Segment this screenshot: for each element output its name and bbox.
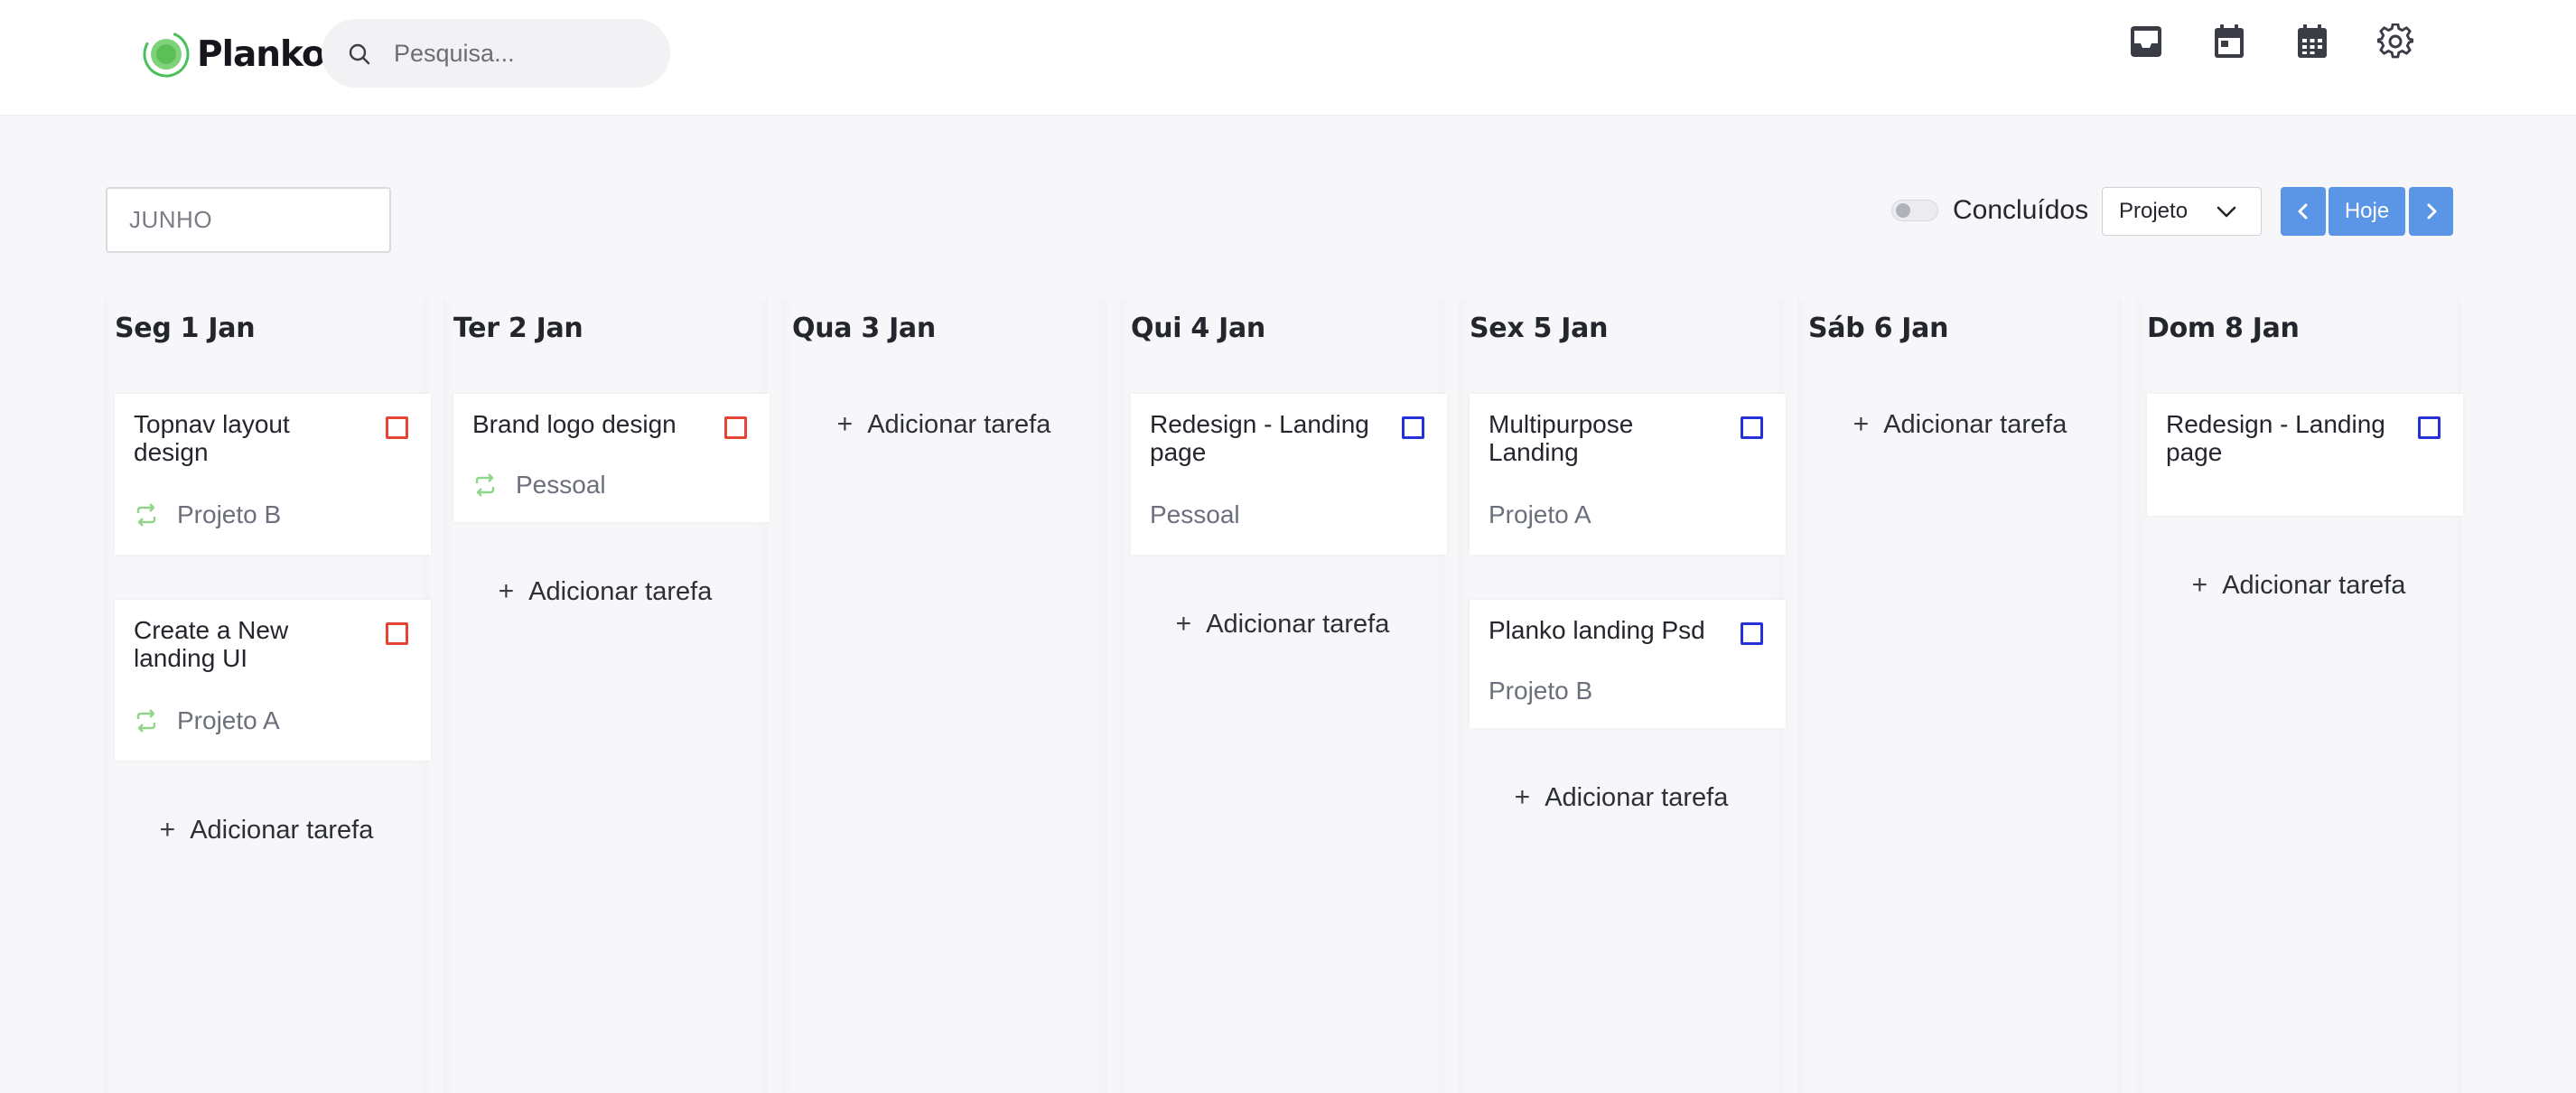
day-column: Ter 2 Jan Brand logo design Pessoal + Adicio… [443, 298, 770, 1093]
task-project: Pessoal [1150, 500, 1240, 529]
completed-toggle-group[interactable]: Concluídos [1891, 193, 2088, 228]
plus-icon: + [1514, 782, 1531, 812]
task-project-label: Pessoal [1150, 500, 1240, 528]
task-title: Topnav layout design [134, 410, 290, 466]
task-card[interactable]: Create a New landing UI Projeto A [115, 600, 431, 761]
repeat-icon [475, 473, 495, 497]
month-field[interactable] [106, 187, 391, 253]
task-project: Projeto A [134, 706, 280, 735]
task-card[interactable]: Planko landing Psd Projeto B [1470, 600, 1786, 728]
task-title: Multipurpose Landing [1489, 410, 1634, 466]
day-title: Qui 4 Jan [1131, 313, 1265, 344]
task-title: Brand logo design [472, 410, 677, 438]
chevron-down-icon [2217, 206, 2236, 218]
task-title: Redesign - Landing page [2166, 410, 2385, 466]
add-task-label: Adicionar tarefa [867, 409, 1051, 439]
task-checkbox[interactable] [1741, 622, 1763, 645]
add-task-label: Adicionar tarefa [1206, 609, 1390, 639]
header-actions [2128, 23, 2413, 60]
task-title: Planko landing Psd [1489, 616, 1705, 644]
search-box[interactable] [322, 19, 670, 88]
plus-icon: + [498, 576, 515, 606]
task-project: Pessoal [472, 471, 606, 500]
task-checkbox[interactable] [2418, 416, 2441, 439]
repeat-icon [136, 709, 156, 733]
repeat-icon [136, 503, 156, 527]
top-header: Planko [0, 0, 2576, 116]
next-week-button[interactable] [2409, 187, 2453, 236]
add-task-label: Adicionar tarefa [528, 576, 713, 606]
add-task-button[interactable]: + Adicionar tarefa [1120, 609, 1445, 640]
day-column: Qua 3 Jan + Adicionar tarefa [781, 298, 1106, 1093]
task-checkbox[interactable] [386, 416, 408, 439]
inbox-icon[interactable] [2128, 23, 2164, 60]
day-title: Qua 3 Jan [792, 313, 936, 344]
add-task-label: Adicionar tarefa [190, 815, 374, 845]
prev-week-button[interactable] [2281, 187, 2326, 236]
day-title: Dom 8 Jan [2147, 313, 2300, 344]
task-checkbox[interactable] [724, 416, 747, 439]
task-title: Redesign - Landing page [1150, 410, 1369, 466]
task-card[interactable]: Topnav layout design Projeto B [115, 394, 431, 555]
task-card[interactable]: Multipurpose Landing Projeto A [1470, 394, 1786, 555]
completed-toggle[interactable] [1891, 200, 1938, 221]
task-project: Projeto A [1489, 500, 1591, 529]
task-card[interactable]: Redesign - Landing page Pessoal [1131, 394, 1447, 555]
day-title: Ter 2 Jan [453, 313, 583, 344]
task-project-label: Pessoal [516, 471, 606, 499]
day-column: Dom 8 Jan Redesign - Landing page + Adicion… [2136, 298, 2463, 1093]
add-task-label: Adicionar tarefa [1545, 782, 1729, 812]
task-project-label: Projeto B [1489, 677, 1593, 705]
add-task-button[interactable]: + Adicionar tarefa [2136, 570, 2461, 601]
plus-icon: + [836, 409, 854, 439]
task-project: Projeto B [1489, 677, 1592, 705]
add-task-button[interactable]: + Adicionar tarefa [1459, 782, 1784, 813]
task-title: Create a New landing UI [134, 616, 289, 672]
calendar-day-icon[interactable] [2211, 23, 2247, 60]
task-project: Projeto B [134, 500, 281, 529]
chevron-left-icon [2298, 203, 2308, 220]
day-column: Seg 1 Jan Topnav layout design Projeto B Cr… [104, 298, 431, 1093]
day-title: Sáb 6 Jan [1808, 313, 1949, 344]
task-project-label: Projeto B [177, 500, 282, 528]
project-select-value: Projeto [2119, 199, 2189, 223]
planko-logo-icon [143, 31, 190, 78]
day-title: Seg 1 Jan [115, 313, 256, 344]
project-select[interactable]: Projeto [2102, 187, 2262, 236]
task-checkbox[interactable] [1741, 416, 1763, 439]
toggle-knob [1896, 203, 1910, 218]
brand-logo[interactable]: Planko [143, 29, 326, 79]
search-input[interactable] [394, 32, 656, 75]
today-button[interactable]: Hoje [2329, 187, 2405, 236]
add-task-label: Adicionar tarefa [2222, 570, 2406, 600]
task-checkbox[interactable] [386, 622, 408, 645]
add-task-button[interactable]: + Adicionar tarefa [443, 576, 768, 607]
search-icon [349, 43, 370, 65]
chevron-right-icon [2427, 203, 2436, 220]
task-card[interactable]: Brand logo design Pessoal [453, 394, 770, 522]
plus-icon: + [159, 815, 176, 845]
task-project-label: Projeto A [1489, 500, 1591, 528]
gear-icon[interactable] [2377, 23, 2413, 60]
completed-label: Concluídos [1953, 195, 2089, 225]
day-column: Qui 4 Jan Redesign - Landing page Pessoal +… [1120, 298, 1447, 1093]
plus-icon: + [1853, 409, 1870, 439]
add-task-button[interactable]: + Adicionar tarefa [781, 409, 1106, 440]
day-column: Sex 5 Jan Multipurpose Landing Projeto A Pl… [1459, 298, 1786, 1093]
calendar-grid-icon[interactable] [2294, 23, 2330, 60]
brand-name: Planko [197, 33, 326, 75]
task-project-label: Projeto A [177, 706, 280, 734]
day-column: Sáb 6 Jan + Adicionar tarefa [1797, 298, 2123, 1093]
task-card[interactable]: Redesign - Landing page [2147, 394, 2463, 516]
add-task-label: Adicionar tarefa [1883, 409, 2067, 439]
plus-icon: + [1175, 609, 1192, 639]
add-task-button[interactable]: + Adicionar tarefa [104, 815, 429, 845]
task-checkbox[interactable] [1402, 416, 1424, 439]
add-task-button[interactable]: + Adicionar tarefa [1797, 409, 2123, 440]
plus-icon: + [2191, 570, 2208, 600]
day-title: Sex 5 Jan [1470, 313, 1609, 344]
